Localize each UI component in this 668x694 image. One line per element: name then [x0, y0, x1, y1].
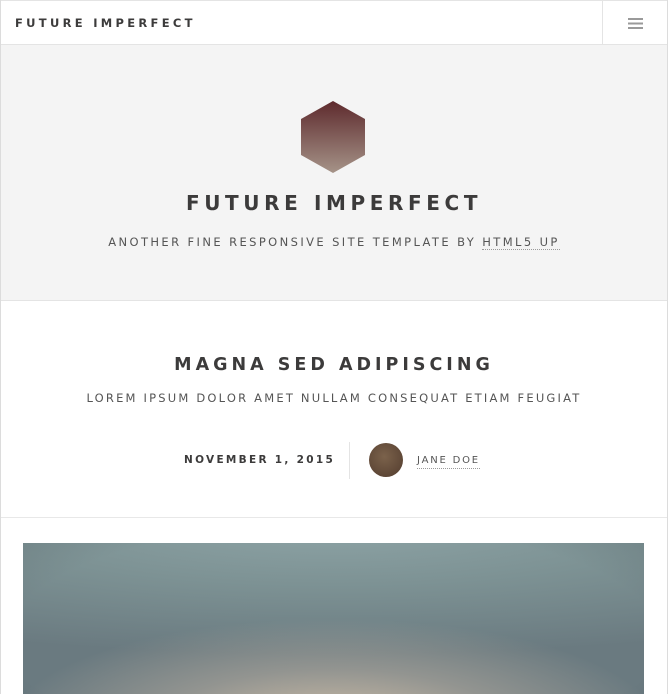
- featured-image[interactable]: [23, 543, 644, 694]
- page: FUTURE IMPERFECT FUTURE IMPERFECT ANOTHE…: [0, 0, 668, 694]
- hexagon-logo-icon[interactable]: [301, 101, 365, 173]
- intro-subtitle-text: ANOTHER FINE RESPONSIVE SITE TEMPLATE BY: [108, 235, 483, 249]
- top-navbar: FUTURE IMPERFECT: [1, 0, 667, 45]
- menu-button[interactable]: [602, 1, 667, 45]
- author-name-link[interactable]: JANE DOE: [417, 455, 480, 469]
- intro-section: FUTURE IMPERFECT ANOTHER FINE RESPONSIVE…: [1, 45, 667, 301]
- meta-divider: [349, 442, 350, 479]
- hamburger-icon: [627, 17, 643, 29]
- post-subtitle: LOREM IPSUM DOLOR AMET NULLAM CONSEQUAT …: [86, 391, 582, 405]
- intro-title: FUTURE IMPERFECT: [185, 191, 483, 215]
- intro-subtitle: ANOTHER FINE RESPONSIVE SITE TEMPLATE BY…: [1, 235, 667, 250]
- post-date: NOVEMBER 1, 2015: [184, 454, 336, 466]
- author-avatar[interactable]: [369, 443, 403, 477]
- post-title-link[interactable]: MAGNA SED ADIPISCING: [174, 355, 494, 375]
- post-meta: NOVEMBER 1, 2015 JANE DOE: [1, 442, 667, 480]
- post-header: MAGNA SED ADIPISCING LOREM IPSUM DOLOR A…: [1, 302, 667, 518]
- html5up-link[interactable]: HTML5 UP: [482, 235, 560, 250]
- post-title: MAGNA SED ADIPISCING: [1, 355, 667, 375]
- site-brand-link[interactable]: FUTURE IMPERFECT: [15, 16, 196, 30]
